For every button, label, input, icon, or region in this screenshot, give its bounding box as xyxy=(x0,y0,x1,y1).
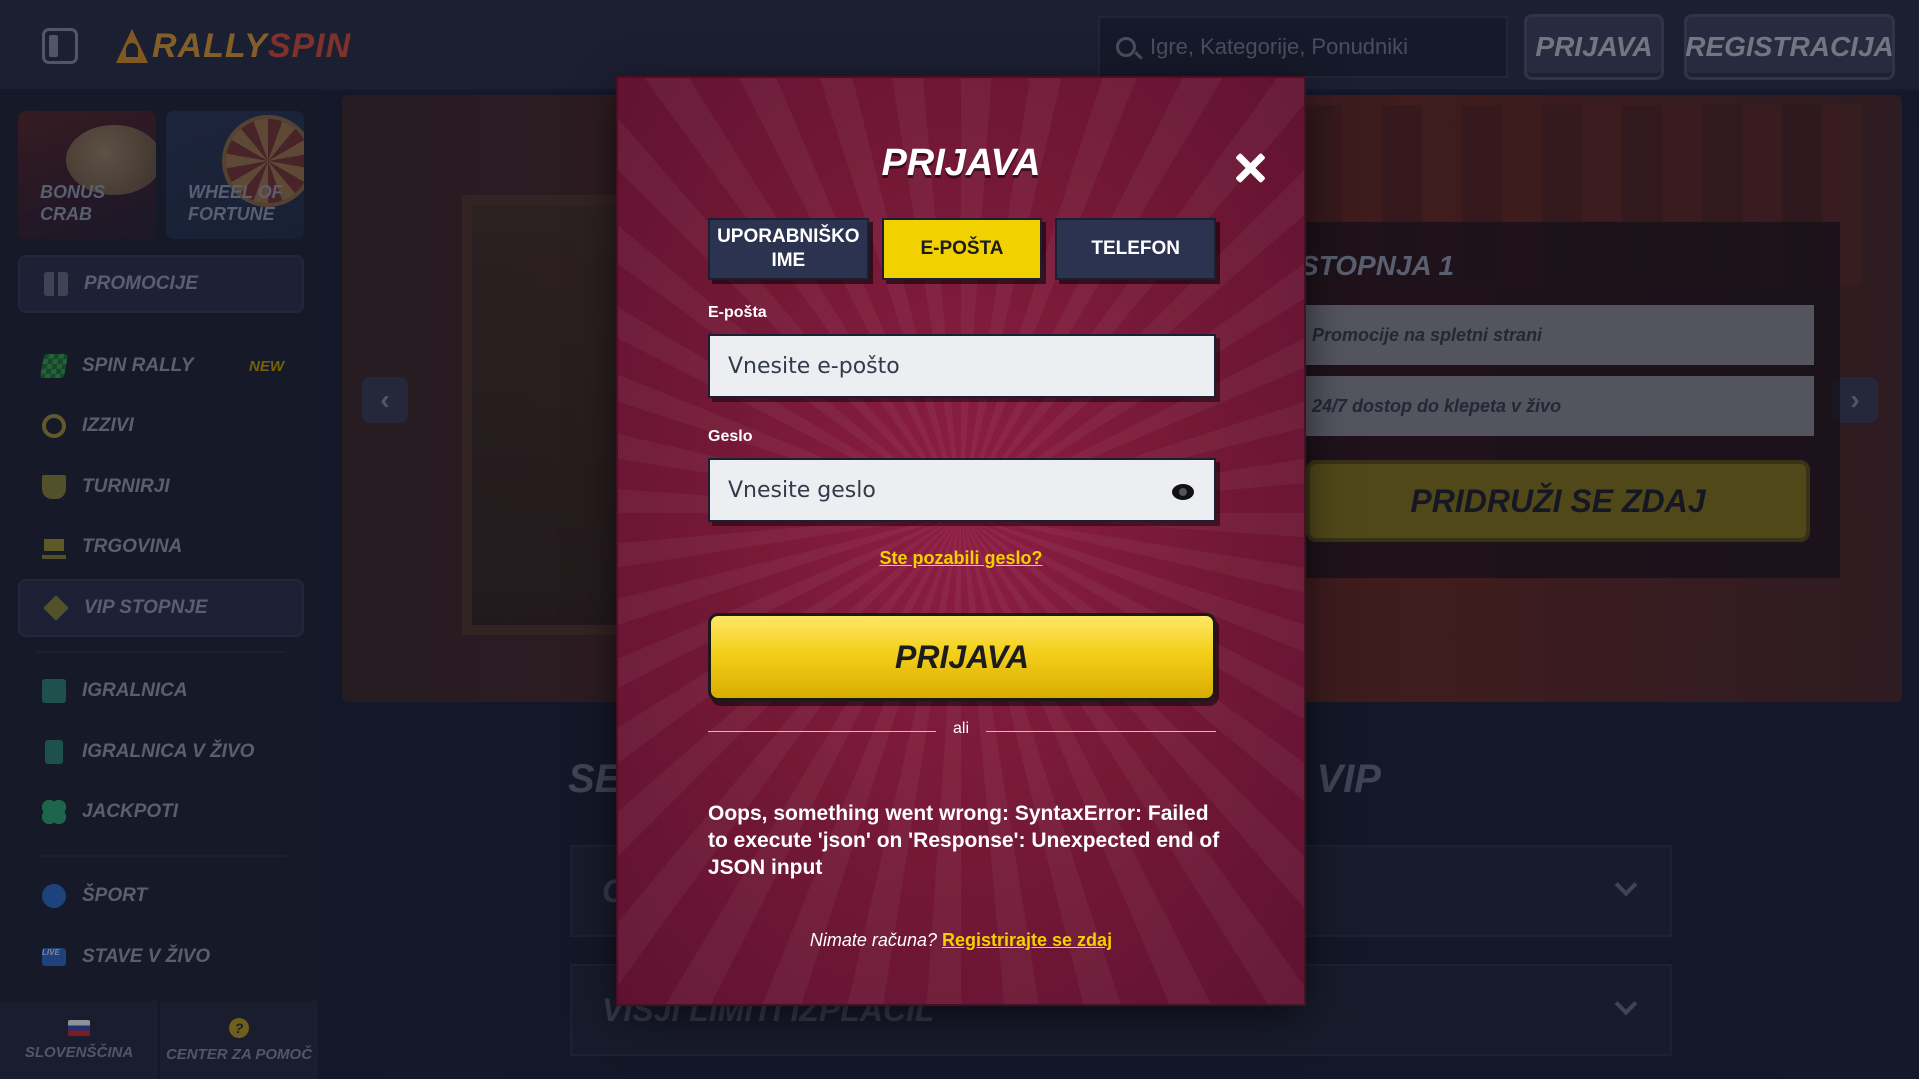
modal-title: PRIJAVA xyxy=(881,142,1041,184)
close-icon[interactable] xyxy=(1230,148,1270,188)
forgot-password-link[interactable]: Ste pozabili geslo? xyxy=(618,548,1304,569)
divider-text: ali xyxy=(952,720,969,737)
email-input[interactable] xyxy=(728,353,1128,379)
login-modal: PRIJAVA UPORABNIŠKO IME E-POŠTA TELEFON … xyxy=(618,78,1304,1004)
login-submit-button[interactable]: PRIJAVA xyxy=(708,613,1216,701)
signup-question: Nimate računa? xyxy=(809,930,937,950)
login-method-tabs: UPORABNIŠKO IME E-POŠTA TELEFON xyxy=(708,218,1217,280)
divider-line xyxy=(986,731,1216,732)
tab-username[interactable]: UPORABNIŠKO IME xyxy=(708,218,869,280)
error-message: Oops, something went wrong: SyntaxError:… xyxy=(708,802,1220,879)
tab-email[interactable]: E-POŠTA xyxy=(881,218,1043,280)
email-field[interactable] xyxy=(708,334,1216,398)
tab-phone[interactable]: TELEFON xyxy=(1055,218,1217,280)
signup-link[interactable]: Registrirajte se zdaj xyxy=(942,930,1112,950)
password-field[interactable] xyxy=(708,458,1216,522)
password-label: Geslo xyxy=(708,428,753,445)
eye-icon[interactable] xyxy=(1172,484,1194,500)
forgot-password-text[interactable]: Ste pozabili geslo? xyxy=(879,548,1042,568)
email-label: E-pošta xyxy=(708,304,767,321)
signup-prompt: Nimate računa? Registrirajte se zdaj xyxy=(618,930,1304,951)
password-input[interactable] xyxy=(728,477,1128,503)
